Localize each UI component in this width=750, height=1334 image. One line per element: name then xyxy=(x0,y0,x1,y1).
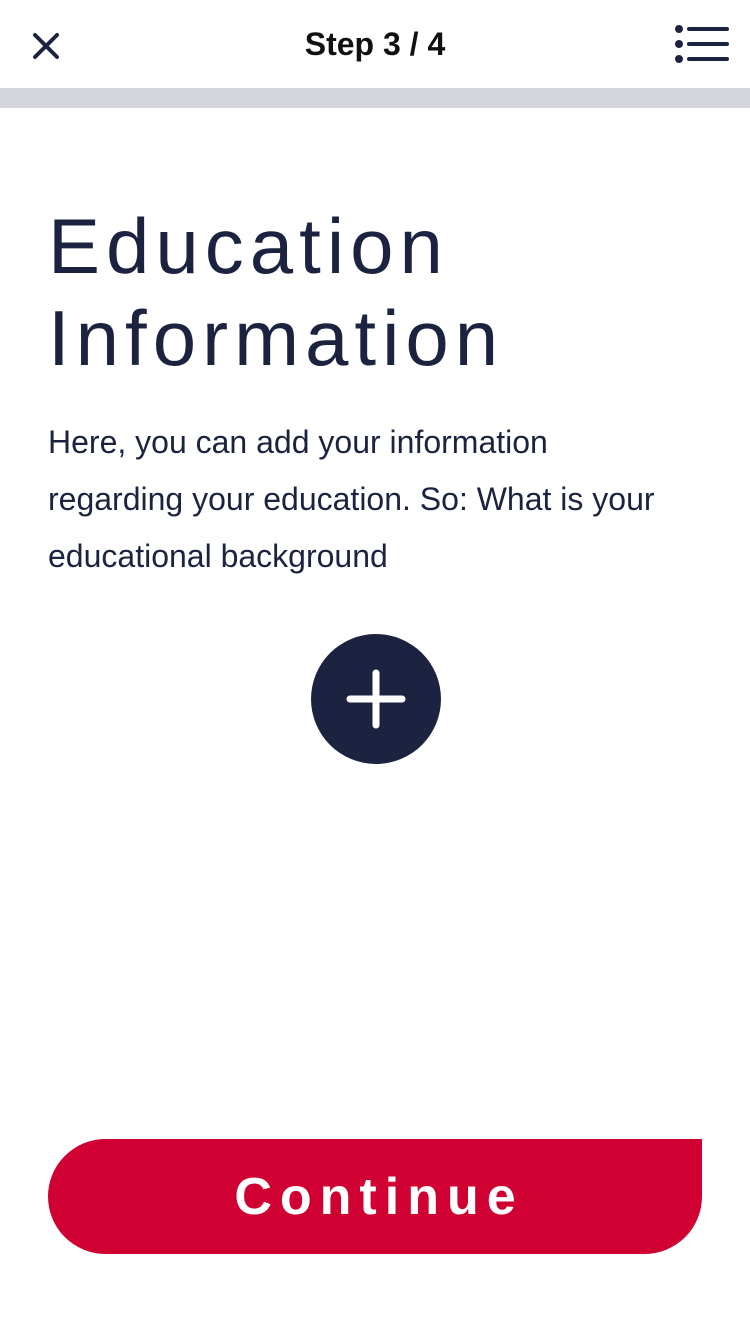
add-education-button[interactable] xyxy=(311,634,441,764)
continue-button[interactable]: Continue xyxy=(48,1139,702,1254)
list-menu-icon xyxy=(675,25,729,63)
page-description: Here, you can add your information regar… xyxy=(48,424,655,574)
progress-bar-fill xyxy=(0,88,563,108)
step-indicator: Step 3 / 4 xyxy=(304,26,446,62)
plus-icon xyxy=(346,669,406,729)
education-step-screen: Step 3 / 4 Education Information Here, y… xyxy=(0,0,750,1334)
continue-button-label: Continue xyxy=(234,1167,524,1226)
page-title: Education Information xyxy=(48,202,505,382)
progress-bar xyxy=(0,88,750,108)
top-bar: Step 3 / 4 xyxy=(0,0,750,88)
steps-menu-button[interactable] xyxy=(672,20,732,68)
